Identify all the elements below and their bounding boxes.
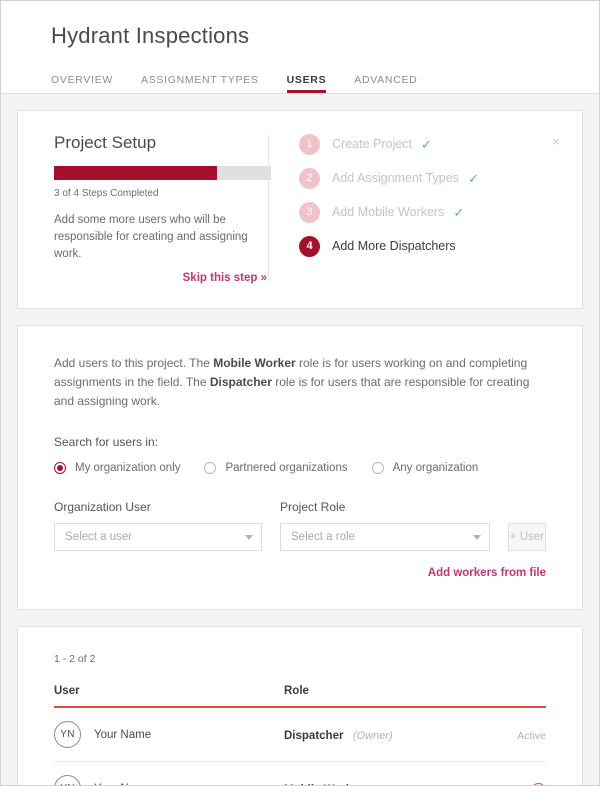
step-label: Add Assignment Types <box>332 171 459 185</box>
radio-label: Partnered organizations <box>225 462 348 474</box>
project-setup-summary: Project Setup 3 of 4 Steps Completed Add… <box>18 133 271 284</box>
radio-dot-icon <box>204 462 217 474</box>
user-name: Your Name <box>94 783 151 786</box>
chevron-down-icon <box>245 534 253 540</box>
role-owner-note: (Owner) <box>352 729 393 742</box>
user-cell: YN Your Name <box>54 761 284 786</box>
avatar: YN <box>54 721 81 748</box>
intro-bold-mobile-worker: Mobile Worker <box>213 356 296 370</box>
results-count: 1 - 2 of 2 <box>54 653 96 665</box>
setup-step-add-assignment-types[interactable]: 2 Add Assignment Types ✓ <box>299 167 582 189</box>
step-number-badge: 1 <box>299 133 320 155</box>
users-table-head: User Role <box>54 685 546 708</box>
role-cell: Mobile Worker <box>284 761 484 785</box>
add-user-button[interactable]: + User <box>508 523 546 551</box>
organization-user-select[interactable]: Select a user <box>54 523 262 551</box>
radio-partnered-organizations[interactable]: Partnered organizations <box>204 462 348 474</box>
table-row[interactable]: YN Your Name Mobile Worker ✕ <box>54 761 546 786</box>
check-icon: ✓ <box>453 204 465 220</box>
intro-bold-dispatcher: Dispatcher <box>209 375 272 389</box>
project-setup-steps: × 1 Create Project ✓ 2 Add Assignment Ty… <box>269 133 582 284</box>
search-scope-legend: Search for users in: <box>54 435 159 449</box>
tab-bar: OVERVIEW ASSIGNMENT TYPES USERS ADVANCED <box>51 67 599 93</box>
user-name: Your Name <box>94 728 152 741</box>
step-number-badge: 3 <box>299 201 320 223</box>
setup-step-add-mobile-workers[interactable]: 3 Add Mobile Workers ✓ <box>299 201 582 223</box>
user-identity: YN Your Name <box>54 721 284 748</box>
table-header-row: User Role <box>54 685 546 708</box>
setup-step-create-project[interactable]: 1 Create Project ✓ <box>299 133 582 155</box>
tab-overview[interactable]: OVERVIEW <box>51 74 113 93</box>
organization-user-label: Organization User <box>54 500 151 514</box>
add-workers-from-file-link[interactable]: Add workers from file <box>54 567 546 579</box>
project-role-group: Project Role Select a role <box>280 500 490 551</box>
role-cell: Dispatcher (Owner) <box>284 707 484 762</box>
radio-label: Any organization <box>392 462 479 474</box>
users-table-card: 1 - 2 of 2 User Role YN Your Name Dispat… <box>17 626 583 786</box>
avatar: YN <box>54 775 81 785</box>
skip-this-step-link[interactable]: Skip this step » <box>54 272 267 284</box>
radio-dot-icon <box>54 462 66 474</box>
radio-label: My organization only <box>75 462 181 474</box>
user-identity: YN Your Name <box>54 775 284 786</box>
add-users-card: Add users to this project. The Mobile Wo… <box>17 325 583 610</box>
tab-users[interactable]: USERS <box>286 74 327 93</box>
progress-bar-fill <box>54 166 217 180</box>
search-scope-radio-group: My organization only Partnered organizat… <box>54 462 546 474</box>
status-badge: Active <box>517 729 546 742</box>
step-number-badge: 2 <box>299 167 320 189</box>
project-setup-description: Add some more users who will be responsi… <box>54 214 248 260</box>
page-title: Hydrant Inspections <box>51 23 250 48</box>
tab-assignment-types[interactable]: ASSIGNMENT TYPES <box>141 74 259 93</box>
chevron-down-icon <box>473 534 481 540</box>
check-icon: ✓ <box>467 170 479 186</box>
project-setup-card: Project Setup 3 of 4 Steps Completed Add… <box>17 110 583 309</box>
step-label: Create Project <box>332 137 412 151</box>
table-row[interactable]: YN Your Name Dispatcher (Owner) Active <box>54 707 546 762</box>
project-role-placeholder: Select a role <box>291 531 355 543</box>
role-name: Dispatcher <box>284 729 344 742</box>
progress-label: 3 of 4 Steps Completed <box>54 188 159 199</box>
radio-my-organization-only[interactable]: My organization only <box>54 462 180 474</box>
project-role-select[interactable]: Select a role <box>280 523 490 551</box>
radio-any-organization[interactable]: Any organization <box>371 462 479 474</box>
header-divider <box>1 93 599 94</box>
step-label: Add More Dispatchers <box>332 239 456 253</box>
progress-bar-track <box>54 166 271 180</box>
organization-user-group: Organization User Select a user <box>54 500 262 551</box>
column-header-role[interactable]: Role <box>284 685 484 708</box>
add-users-description: Add users to this project. The Mobile Wo… <box>54 354 546 411</box>
check-icon: ✓ <box>420 136 432 152</box>
organization-user-placeholder: Select a user <box>65 531 133 543</box>
tab-advanced[interactable]: ADVANCED <box>354 74 417 93</box>
page-header: Hydrant Inspections OVERVIEW ASSIGNMENT … <box>1 1 599 94</box>
setup-step-add-more-dispatchers[interactable]: 4 Add More Dispatchers <box>299 235 582 257</box>
users-table-body: YN Your Name Dispatcher (Owner) Active <box>54 707 546 786</box>
radio-dot-icon <box>371 462 384 474</box>
project-role-label: Project Role <box>280 500 346 514</box>
status-cell: ✕ <box>484 761 546 785</box>
step-label: Add Mobile Workers <box>332 205 445 219</box>
column-header-status <box>484 685 546 708</box>
intro-text-1: Add users to this project. The <box>54 356 214 370</box>
column-header-user[interactable]: User <box>54 685 284 708</box>
users-table: User Role YN Your Name Dispatcher (Owner… <box>54 685 546 786</box>
close-icon[interactable]: × <box>552 135 560 148</box>
project-setup-title: Project Setup <box>54 133 157 152</box>
user-cell: YN Your Name <box>54 707 284 762</box>
user-role-input-row: Organization User Select a user Project … <box>54 500 546 551</box>
step-number-badge: 4 <box>299 235 320 257</box>
app-window: Hydrant Inspections OVERVIEW ASSIGNMENT … <box>0 0 600 786</box>
status-cell: Active <box>484 707 546 762</box>
